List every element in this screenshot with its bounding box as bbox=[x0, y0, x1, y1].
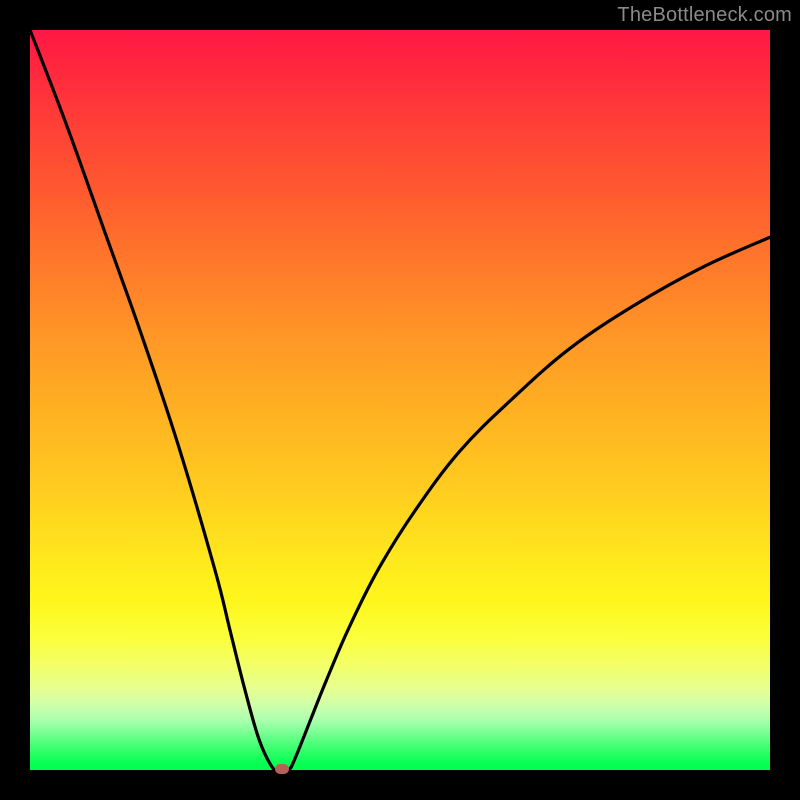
plot-area bbox=[30, 30, 770, 770]
optimal-point-marker bbox=[275, 764, 289, 774]
chart-frame: TheBottleneck.com bbox=[0, 0, 800, 800]
watermark-text: TheBottleneck.com bbox=[617, 4, 792, 27]
bottleneck-curve bbox=[30, 30, 770, 770]
